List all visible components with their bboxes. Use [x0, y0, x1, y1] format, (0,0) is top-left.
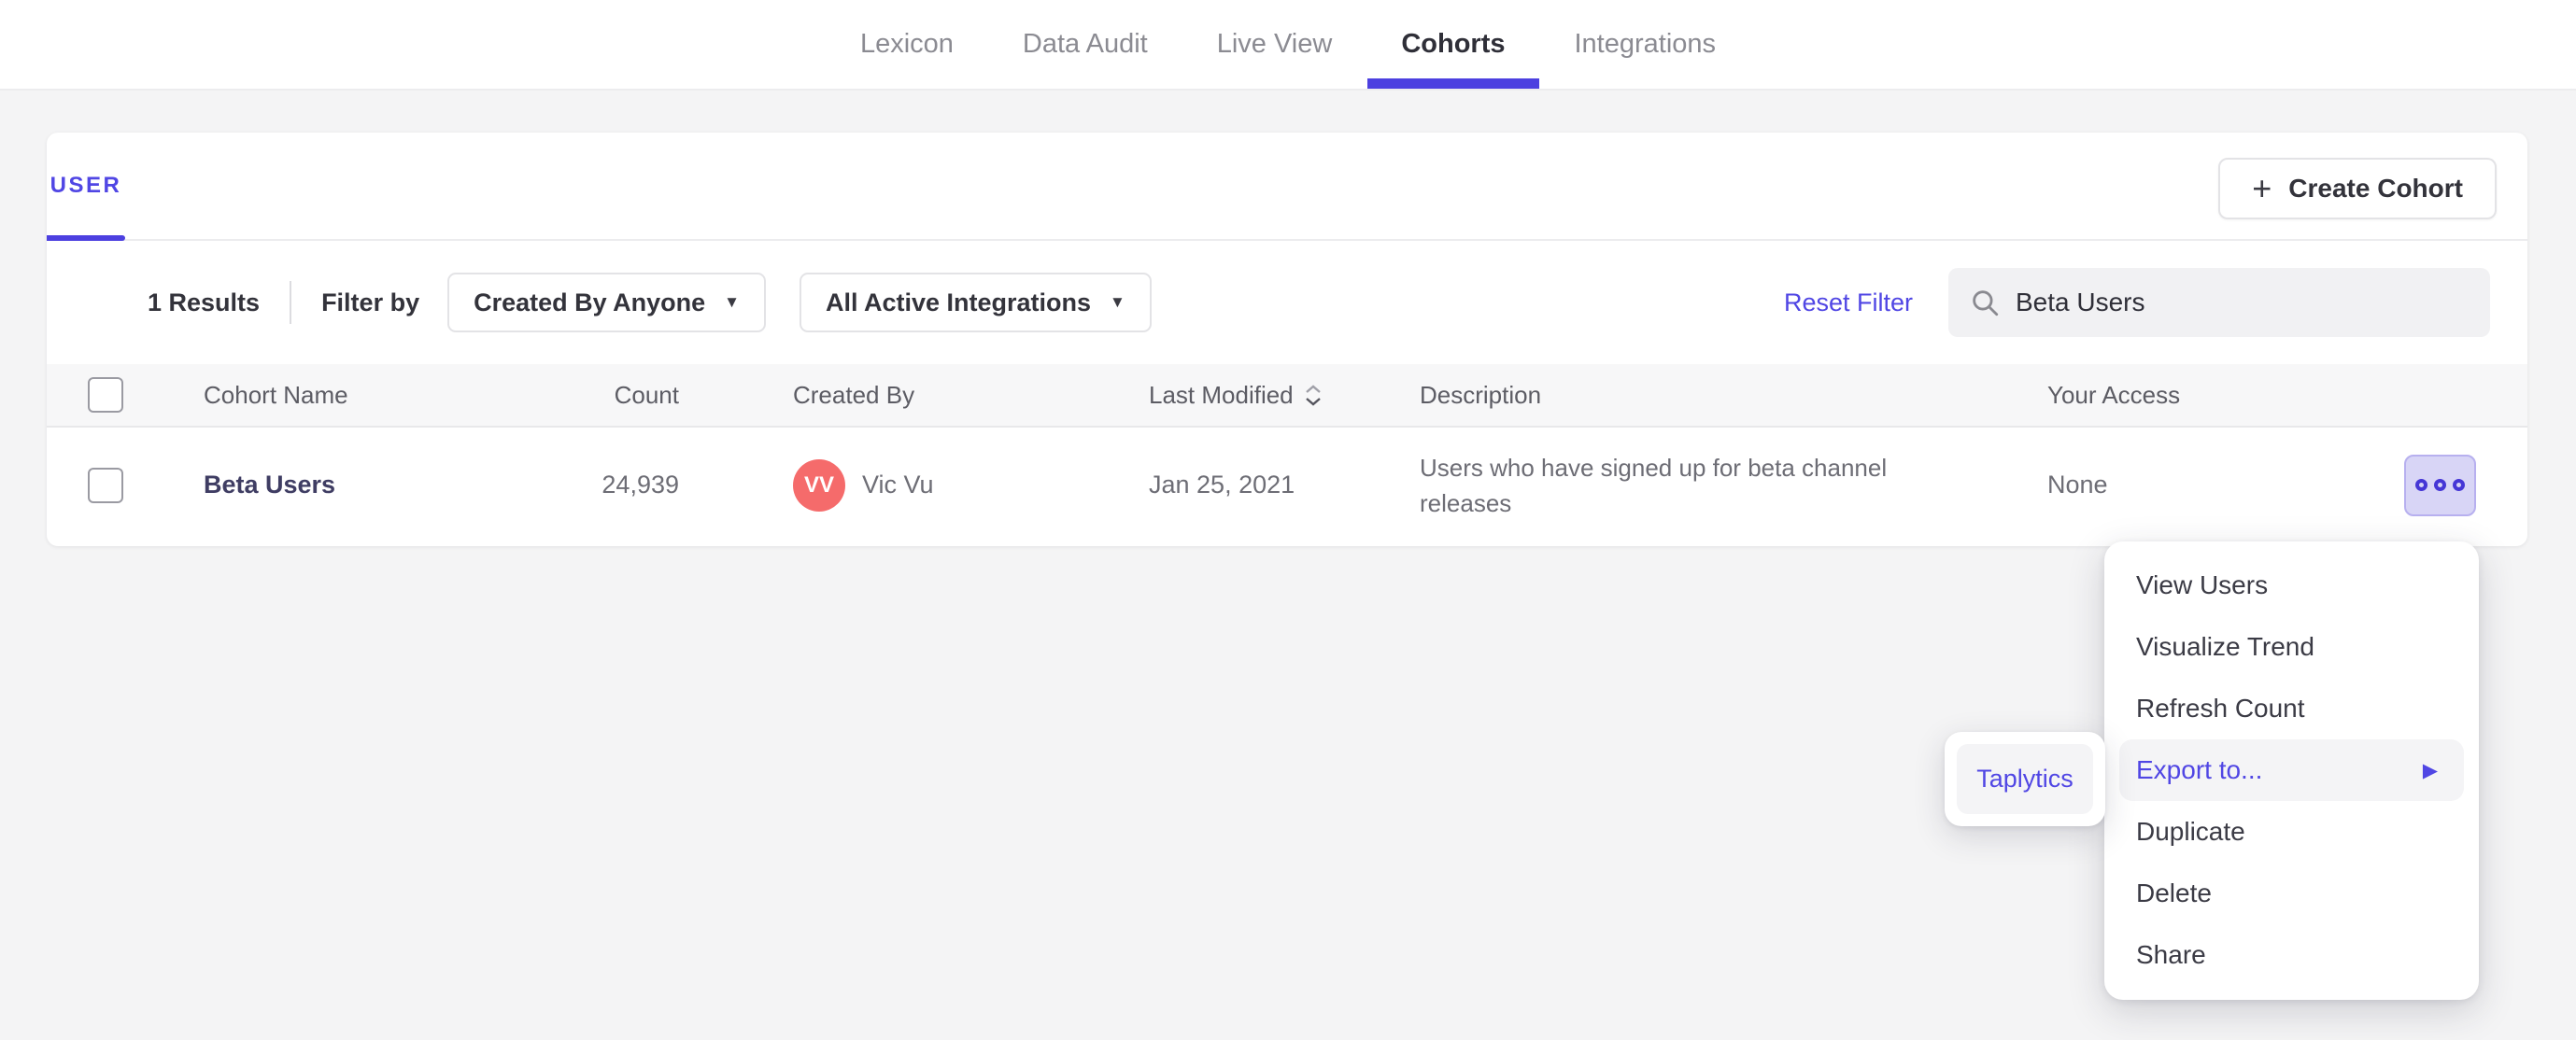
header-your-access: Your Access [2047, 380, 2181, 409]
menu-item-refresh-count[interactable]: Refresh Count [2119, 678, 2464, 739]
search-icon [1973, 290, 1999, 316]
reset-filter-link[interactable]: Reset Filter [1784, 288, 1913, 317]
search-box[interactable] [1948, 268, 2490, 337]
created-by-dropdown[interactable]: Created By Anyone ▼ [447, 273, 766, 332]
row-checkbox[interactable] [88, 467, 123, 503]
select-all-checkbox[interactable] [88, 377, 123, 413]
nav-tab-integrations[interactable]: Integrations [1575, 0, 1717, 89]
nav-tab-data-audit[interactable]: Data Audit [1023, 0, 1148, 89]
more-options-icon [2415, 479, 2465, 491]
search-input[interactable] [2016, 288, 2470, 317]
filter-bar: 1 Results Filter by Created By Anyone ▼ … [47, 241, 2527, 364]
create-cohort-button[interactable]: + Create Cohort [2218, 158, 2497, 219]
cohorts-panel: USER + Create Cohort 1 Results Filter by… [47, 133, 2527, 546]
menu-item-visualize-trend[interactable]: Visualize Trend [2119, 616, 2464, 678]
header-description: Description [1420, 380, 1542, 409]
menu-item-share[interactable]: Share [2119, 924, 2464, 986]
row-context-menu: View Users Visualize Trend Refresh Count… [2104, 541, 2479, 1000]
submenu-item-taplytics[interactable]: Taplytics [1957, 744, 2093, 814]
chevron-down-icon: ▼ [724, 293, 740, 311]
created-by-name: Vic Vu [862, 471, 934, 499]
divider [290, 281, 292, 324]
menu-item-duplicate[interactable]: Duplicate [2119, 801, 2464, 863]
panel-tab-bar: USER + Create Cohort [47, 133, 2527, 241]
nav-tab-live-view[interactable]: Live View [1217, 0, 1333, 89]
cohort-name-link[interactable]: Beta Users [204, 471, 335, 499]
integrations-dropdown-value: All Active Integrations [825, 288, 1092, 316]
table-header: Cohort Name Count Created By Last Modifi… [47, 364, 2527, 428]
nav-tab-cohorts[interactable]: Cohorts [1367, 0, 1539, 89]
create-cohort-label: Create Cohort [2288, 174, 2463, 203]
table-row: Beta Users 24,939 VV Vic Vu Jan 25, 2021… [47, 428, 2527, 542]
top-navigation: Lexicon Data Audit Live View Cohorts Int… [0, 0, 2576, 91]
export-to-label: Export to... [2136, 755, 2263, 784]
integrations-dropdown[interactable]: All Active Integrations ▼ [799, 273, 1152, 332]
more-options-button[interactable] [2404, 454, 2476, 516]
nav-tab-lexicon[interactable]: Lexicon [860, 0, 954, 89]
chevron-down-icon: ▼ [1110, 293, 1125, 311]
last-modified-date: Jan 25, 2021 [1149, 471, 1295, 499]
header-count: Count [614, 380, 679, 409]
menu-item-delete[interactable]: Delete [2119, 863, 2464, 924]
cohort-description: Users who have signed up for beta channe… [1420, 453, 1888, 517]
header-cohort-name: Cohort Name [204, 380, 348, 409]
results-count: 1 Results [148, 288, 261, 316]
header-last-modified-label: Last Modified [1149, 380, 1294, 409]
tab-user[interactable]: USER [47, 133, 125, 241]
avatar: VV [793, 458, 845, 512]
menu-item-export-to[interactable]: Export to... ▶ [2119, 739, 2464, 801]
your-access-value: None [2047, 471, 2108, 499]
cohort-count: 24,939 [602, 471, 679, 499]
created-by-dropdown-value: Created By Anyone [474, 288, 706, 316]
header-created-by: Created By [793, 380, 915, 409]
sort-icon[interactable] [1305, 384, 1322, 406]
export-submenu: Taplytics [1945, 732, 2105, 826]
filter-by-label: Filter by [321, 288, 420, 316]
header-last-modified[interactable]: Last Modified [1149, 364, 1322, 426]
menu-item-view-users[interactable]: View Users [2119, 555, 2464, 616]
submenu-arrow-icon: ▶ [2422, 759, 2438, 781]
plus-icon: + [2252, 169, 2272, 207]
